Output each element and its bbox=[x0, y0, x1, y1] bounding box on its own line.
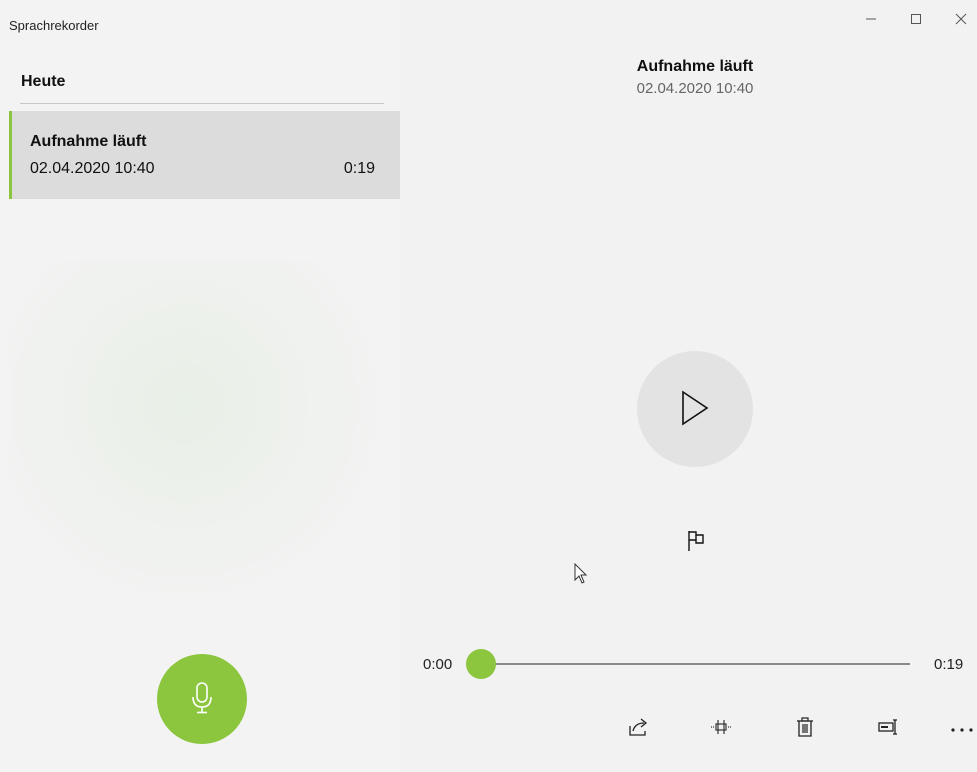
seek-track[interactable] bbox=[482, 663, 910, 665]
recording-list-item[interactable]: Aufnahme läuft 02.04.2020 10:40 0:19 bbox=[9, 111, 400, 199]
microphone-icon bbox=[191, 681, 213, 717]
close-icon bbox=[955, 12, 967, 30]
close-button[interactable] bbox=[946, 8, 976, 34]
recording-title: Aufnahme läuft bbox=[636, 58, 754, 75]
minimize-button[interactable] bbox=[856, 8, 886, 34]
recording-date: 02.04.2020 10:40 bbox=[636, 80, 754, 97]
mouse-pointer-icon bbox=[574, 562, 588, 590]
add-marker-button[interactable] bbox=[681, 528, 711, 558]
maximize-icon bbox=[910, 12, 922, 30]
recording-item-date: 02.04.2020 10:40 bbox=[30, 160, 155, 177]
app-title: Sprachrekorder bbox=[9, 18, 99, 33]
section-heading-today: Heute bbox=[21, 73, 66, 90]
seek-thumb[interactable] bbox=[466, 649, 496, 679]
rename-icon bbox=[878, 718, 900, 741]
trim-button[interactable] bbox=[706, 714, 736, 744]
record-button[interactable] bbox=[157, 654, 247, 744]
section-divider bbox=[20, 103, 384, 104]
current-time: 0:00 bbox=[423, 656, 453, 673]
trim-icon bbox=[710, 718, 732, 741]
delete-icon bbox=[796, 716, 814, 742]
play-icon bbox=[680, 390, 710, 429]
share-button[interactable] bbox=[624, 714, 654, 744]
minimize-icon bbox=[865, 12, 877, 30]
more-icon bbox=[950, 720, 974, 738]
play-button[interactable] bbox=[637, 351, 753, 467]
recording-item-name: Aufnahme läuft bbox=[30, 133, 147, 150]
background-blur bbox=[10, 260, 400, 620]
selected-indicator bbox=[9, 111, 12, 199]
flag-icon bbox=[685, 529, 707, 558]
rename-button[interactable] bbox=[874, 714, 904, 744]
share-icon bbox=[628, 717, 650, 742]
recording-item-duration: 0:19 bbox=[343, 160, 375, 177]
maximize-button[interactable] bbox=[901, 8, 931, 34]
recordings-sidebar: Sprachrekorder Heute Aufnahme läuft 02.0… bbox=[0, 0, 400, 772]
delete-button[interactable] bbox=[790, 714, 820, 744]
total-time: 0:19 bbox=[934, 656, 964, 673]
more-button[interactable] bbox=[947, 714, 977, 744]
